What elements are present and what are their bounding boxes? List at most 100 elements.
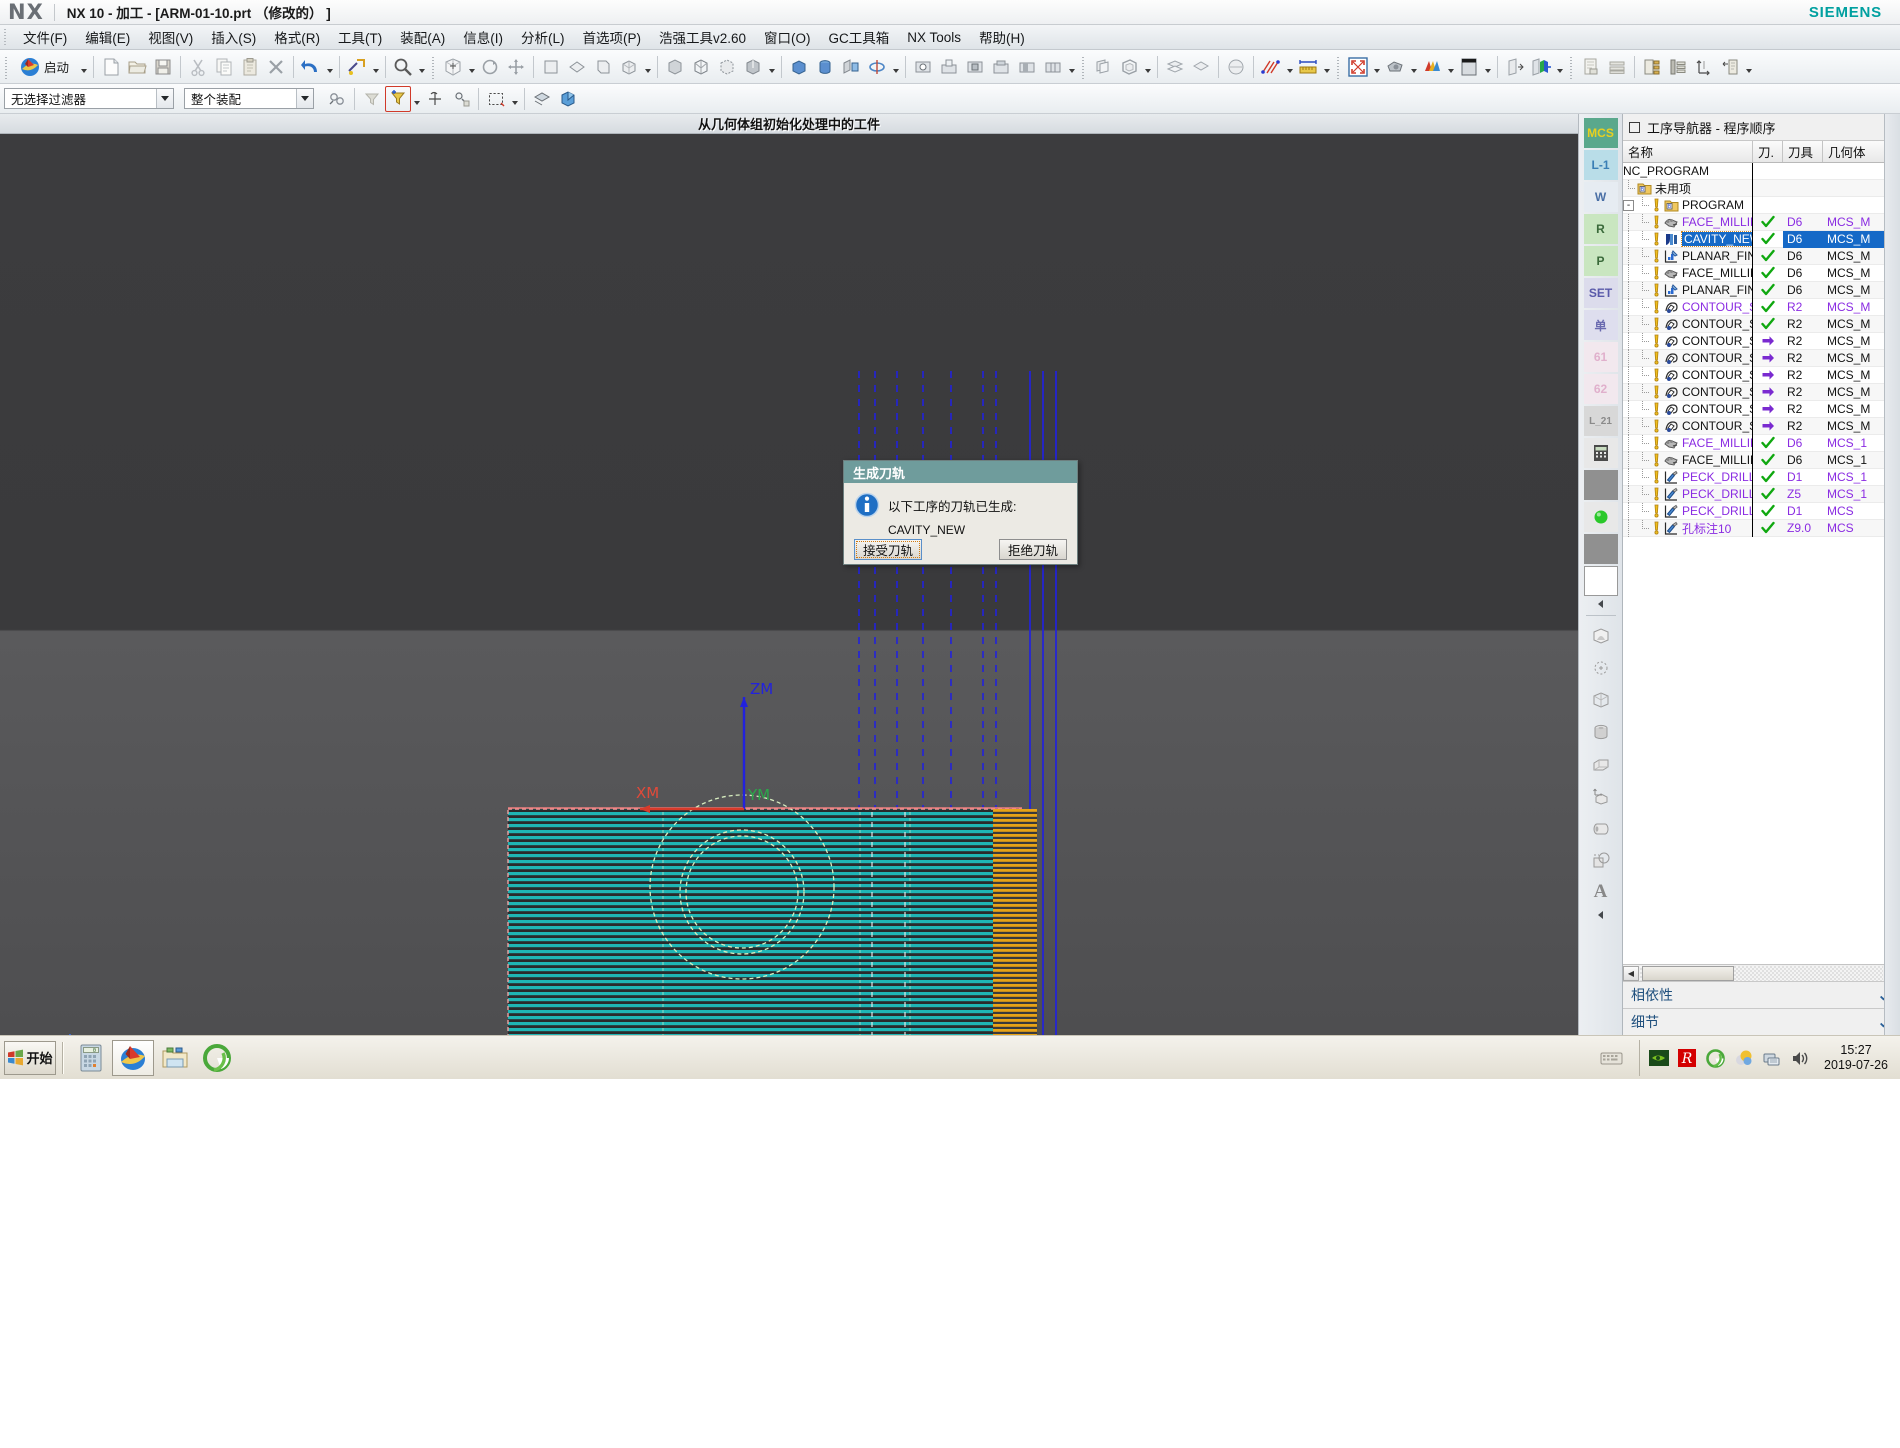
resource-btn-mcs[interactable]: MCS: [1583, 118, 1618, 148]
table-row[interactable]: PECK_DRILLINGD1MCS: [1623, 502, 1900, 520]
table-row[interactable]: CONTOUR_S...R2MCS_M: [1623, 417, 1900, 435]
boss-button[interactable]: [936, 54, 962, 80]
snap-point-button[interactable]: [422, 86, 448, 112]
menu-haoqiang-tools[interactable]: 浩强工具v2.60: [650, 24, 755, 50]
row-name-cell[interactable]: FACE_MILLIN...: [1623, 264, 1753, 282]
redo-dropdown-arrow[interactable]: [370, 54, 381, 80]
table-row[interactable]: FACE_MILLIN...D6MCS_M: [1623, 213, 1900, 231]
tray-browser-icon[interactable]: [1704, 1047, 1726, 1069]
row-name-cell[interactable]: FACE_MILLIN...: [1623, 213, 1753, 231]
select-mode-dropdown-arrow[interactable]: [509, 86, 520, 112]
slot-button[interactable]: [1014, 54, 1040, 80]
shaded-display-button[interactable]: [662, 54, 688, 80]
scene-camera-button[interactable]: [1382, 54, 1408, 80]
offset-face-button[interactable]: [1090, 54, 1116, 80]
general-selection-filter-button[interactable]: [385, 85, 411, 112]
menu-help[interactable]: 帮助(H): [970, 24, 1034, 50]
tray-nvidia-icon[interactable]: [1648, 1047, 1670, 1069]
row-name-cell[interactable]: CONTOUR_S...: [1623, 298, 1753, 316]
machine-tool-view-button[interactable]: [1665, 54, 1691, 80]
selection-filter-combo[interactable]: 无选择过滤器: [4, 88, 174, 109]
color-spectrum-button[interactable]: [1419, 54, 1445, 80]
tray-update-icon[interactable]: [1732, 1047, 1754, 1069]
color-dropdown-arrow[interactable]: [1445, 54, 1456, 80]
selection-scope-dropdown-arrow[interactable]: [296, 89, 313, 108]
cylinder-icon[interactable]: [1584, 717, 1618, 747]
tube-icon[interactable]: [1584, 813, 1618, 843]
view-switch-dropdown-arrow[interactable]: [1743, 54, 1754, 80]
undo-button[interactable]: [298, 54, 324, 80]
resource-btn-white-swatch[interactable]: [1583, 566, 1618, 596]
menu-window[interactable]: 窗口(O): [755, 24, 820, 50]
table-row[interactable]: FACE_MILLIN...D6MCS_1: [1623, 434, 1900, 452]
machining-method-view-button[interactable]: [1717, 54, 1743, 80]
row-name-cell[interactable]: PECK_DRILLI...: [1623, 468, 1753, 486]
resource-btn-l21[interactable]: L_21: [1583, 406, 1618, 436]
table-row[interactable]: CONTOUR_S...R2MCS_M: [1623, 315, 1900, 333]
new-file-button[interactable]: [98, 54, 124, 80]
toolbar-grip-1[interactable]: [3, 54, 10, 79]
selection-filter-dropdown-arrow[interactable]: [156, 89, 173, 108]
wireframe-box-icon[interactable]: [1584, 685, 1618, 715]
menu-grip-handle[interactable]: [2, 28, 11, 46]
toolbar-grip-3[interactable]: [1080, 54, 1088, 79]
delete-button[interactable]: [263, 54, 289, 80]
taskbar-nx[interactable]: [112, 1039, 154, 1076]
measure-dropdown-arrow[interactable]: [1321, 54, 1332, 80]
accept-toolpath-button[interactable]: 接受刀轨: [854, 538, 923, 560]
col-header-tool[interactable]: 刀具: [1783, 141, 1823, 162]
table-row[interactable]: CONTOUR_S...R2MCS_M: [1623, 366, 1900, 384]
table-row[interactable]: PLANAR_FIN...D6MCS_M: [1623, 247, 1900, 265]
row-name-cell[interactable]: CONTOUR_S...: [1623, 332, 1753, 350]
table-row[interactable]: B 未用项: [1623, 179, 1900, 197]
row-name-cell[interactable]: CONTOUR_S...: [1623, 417, 1753, 435]
resource-bar-collapse-top[interactable]: [1584, 598, 1618, 610]
hole-button[interactable]: [910, 54, 936, 80]
resource-btn-62[interactable]: 62: [1583, 374, 1618, 404]
background-button[interactable]: [1456, 54, 1482, 80]
tray-antivirus-icon[interactable]: R: [1676, 1047, 1698, 1069]
section-analysis-button[interactable]: [1223, 54, 1249, 80]
solid-cylinder-button[interactable]: [812, 54, 838, 80]
resource-btn-dark-swatch[interactable]: [1583, 534, 1618, 564]
list-operations-button[interactable]: [1604, 54, 1630, 80]
undo-dropdown-arrow[interactable]: [324, 54, 335, 80]
menu-insert[interactable]: 插入(S): [202, 24, 265, 50]
navigator-hscrollbar[interactable]: ◀ ▶: [1623, 964, 1900, 981]
panel-details[interactable]: 细节 ⌄: [1623, 1008, 1900, 1035]
revolve-button[interactable]: [864, 54, 890, 80]
menu-preferences[interactable]: 首选项(P): [574, 24, 651, 50]
panel-dependencies[interactable]: 相依性 ⌄: [1623, 981, 1900, 1008]
resource-btn-green-sphere[interactable]: [1583, 502, 1618, 532]
cut-button[interactable]: [185, 54, 211, 80]
zoom-button[interactable]: [390, 54, 416, 80]
scene-dropdown-arrow[interactable]: [1408, 54, 1419, 80]
resource-btn-show-plane[interactable]: P: [1583, 246, 1618, 276]
row-name-cell[interactable]: NC_PROGRAM: [1623, 163, 1753, 180]
partially-shaded-button[interactable]: [740, 54, 766, 80]
boolean-shapes-icon[interactable]: [1584, 845, 1618, 875]
table-row[interactable]: PECK_DRILLI...D1MCS_1: [1623, 468, 1900, 486]
resource-btn-61[interactable]: 61: [1583, 342, 1618, 372]
hide-object-button[interactable]: [529, 86, 555, 112]
resource-btn-l1[interactable]: L-1: [1583, 150, 1618, 180]
tray-network-icon[interactable]: [1760, 1047, 1782, 1069]
generate-toolpath-dialog[interactable]: 生成刀轨 以下工序的刀轨已生成: CAVITY_NEW 接受刀轨 拒绝刀轨: [843, 460, 1078, 565]
row-name-cell[interactable]: PLANAR_FIN...: [1623, 281, 1753, 299]
curve-analysis-button[interactable]: [1258, 54, 1284, 80]
keyboard-layout-icon[interactable]: [1599, 1045, 1625, 1071]
curve-analysis-dropdown-arrow[interactable]: [1284, 54, 1295, 80]
taskbar-clock[interactable]: 15:27 2019-07-26: [1816, 1043, 1896, 1073]
navigator-tree-body[interactable]: NC_PROGRAMB未用项-BPROGRAMFACE_MILLIN...D6M…: [1623, 163, 1900, 964]
menu-file[interactable]: 文件(F): [14, 24, 76, 50]
toolbar-grip-4[interactable]: [1335, 54, 1343, 79]
shell-button[interactable]: [1116, 54, 1142, 80]
redo-button[interactable]: [344, 54, 370, 80]
show-object-button[interactable]: [555, 86, 581, 112]
right-edge-toolbar[interactable]: [1884, 114, 1900, 1035]
wireframe-display-button[interactable]: [688, 54, 714, 80]
menu-nx-tools[interactable]: NX Tools: [898, 27, 970, 48]
taskbar-browser[interactable]: [196, 1040, 238, 1076]
geometry-view-button[interactable]: [1691, 54, 1717, 80]
fit-view-dropdown-arrow[interactable]: [466, 54, 477, 80]
